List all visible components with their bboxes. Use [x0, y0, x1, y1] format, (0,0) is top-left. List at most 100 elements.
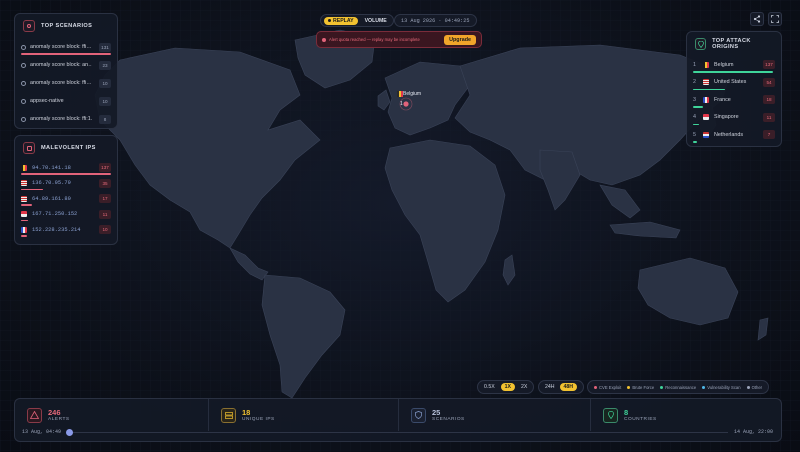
scenarios-count: 25 — [432, 408, 441, 417]
volume-toggle[interactable]: VOLUME — [362, 18, 390, 24]
fullscreen-button[interactable] — [768, 12, 782, 26]
shield-icon — [411, 407, 426, 423]
origin-rank: 4 — [693, 114, 696, 121]
speed-option-0-5x[interactable]: 0.5X — [484, 384, 495, 390]
ip-bar — [21, 188, 43, 190]
legend-reconnaissance: Reconnaissance — [660, 385, 696, 390]
origin-count: 137 — [763, 60, 775, 70]
scenario-item[interactable]: anomaly score block: ffi… 10 — [15, 74, 117, 92]
range-selector[interactable]: 24H 48H — [538, 380, 585, 394]
ip-address: 152.228.235.214 — [32, 226, 81, 233]
scenario-count: 10 — [99, 96, 111, 106]
malevolent-ips-panel: MALEVOLENT IPS 94.70.141.18 137 136.70.95.… — [14, 135, 118, 245]
origin-bar — [693, 141, 697, 143]
alert-icon — [322, 37, 326, 42]
ip-item[interactable]: 94.70.141.18 137 — [15, 160, 117, 176]
ip-item[interactable]: 167.71.250.152 11 — [15, 207, 117, 223]
ip-bar — [21, 219, 28, 221]
share-icon — [753, 15, 761, 23]
flag-icon-singapore — [703, 114, 709, 121]
scenario-icon — [21, 62, 26, 68]
ips-icon — [23, 142, 35, 154]
timeline-scrubber[interactable] — [66, 429, 73, 436]
ip-count: 17 — [99, 194, 111, 204]
origin-item[interactable]: 2 United States 54 — [687, 74, 781, 92]
origin-country: Netherlands — [714, 131, 744, 138]
ip-count: 35 — [99, 178, 111, 188]
ip-list: 94.70.141.18 137 136.70.95.79 35 64.89.161.8… — [15, 160, 117, 238]
ip-bar — [21, 173, 111, 175]
scenario-item[interactable]: anomaly score block: ffi:1… 8 — [15, 110, 117, 128]
scenario-label: anomaly score block: ffi… — [30, 80, 92, 86]
replay-label: REPLAY — [333, 17, 354, 24]
scenario-count: 10 — [99, 78, 111, 88]
ip-item[interactable]: 64.89.161.80 17 — [15, 191, 117, 207]
alerts-label: ALERTS — [48, 417, 70, 422]
ip-item[interactable]: 152.228.235.214 10 — [15, 222, 117, 238]
origin-rank: 5 — [693, 131, 696, 138]
timeline-track[interactable] — [68, 432, 728, 433]
unique-ips-label: UNIQUE IPS — [242, 417, 275, 422]
flag-icon-belgium — [21, 164, 27, 171]
scenario-label: anomaly score block: an… — [30, 62, 92, 68]
origin-rank: 2 — [693, 79, 696, 86]
ip-count: 11 — [99, 209, 111, 219]
stat-scenarios: 25 SCENARIOS — [399, 399, 591, 431]
legend-vulnerability-scan: Vulnerability Scan — [702, 385, 741, 390]
datetime-display: 13 Aug 2026 · 04:49:25 — [394, 14, 477, 27]
timeline-end: 14 Aug, 22:00 — [734, 429, 774, 435]
scenario-item[interactable]: anomaly score block: ffi… 131 — [15, 38, 117, 56]
origin-list: 1 Belgium 137 2 United States 54 3 France 18 4 Sin… — [687, 56, 781, 144]
scenario-label: anomaly score block: ffi:1… — [30, 116, 92, 122]
origin-item[interactable]: 5 Netherlands 7 — [687, 126, 781, 144]
top-scenarios-panel: TOP SCENARIOS anomaly score block: ffi… 1… — [14, 13, 118, 129]
origin-bar — [693, 106, 703, 108]
datetime-text: 13 Aug 2026 · 04:49:25 — [401, 17, 470, 24]
origin-bar — [693, 123, 699, 125]
scenario-item[interactable]: anomaly score block: an… 23 — [15, 56, 117, 74]
origin-item[interactable]: 3 France 18 — [687, 91, 781, 109]
origin-rank: 3 — [693, 96, 696, 103]
ip-count: 137 — [99, 163, 111, 173]
alert-quota-banner: Alert quota reached — replay may be inco… — [316, 31, 482, 48]
flag-icon-us — [21, 195, 27, 202]
origin-item[interactable]: 1 Belgium 137 — [687, 56, 781, 74]
scenario-label: appsec-native — [30, 98, 64, 104]
threat-map-app: Belgium 1 REPLAY VOLUME 13 Aug 2026 · 04… — [0, 0, 800, 452]
countries-label: COUNTRIES — [624, 417, 657, 422]
share-button[interactable] — [750, 12, 764, 26]
top-attack-origins-panel: TOP ATTACK ORIGINS 1 Belgium 137 2 United St… — [686, 31, 782, 147]
speed-option-2x[interactable]: 2X — [521, 384, 527, 390]
scenario-count: 23 — [99, 60, 111, 70]
stat-unique-ips: 18 UNIQUE IPS — [209, 399, 399, 431]
speed-option-1x[interactable]: 1X — [500, 383, 516, 391]
alert-text: Alert quota reached — replay may be inco… — [329, 37, 420, 42]
ip-address: 136.70.95.79 — [32, 180, 71, 187]
speed-selector[interactable]: 0.5X 1X 2X — [477, 380, 535, 394]
origin-count: 54 — [763, 77, 775, 87]
range-option-24h[interactable]: 24H — [545, 384, 555, 390]
ip-item[interactable]: 136.70.95.79 35 — [15, 176, 117, 192]
flag-icon-france — [21, 226, 27, 233]
replay-volume-toggle[interactable]: REPLAY VOLUME — [320, 14, 394, 27]
origin-country: France — [714, 96, 731, 103]
origin-count: 18 — [763, 95, 775, 105]
origin-item[interactable]: 4 Singapore 11 — [687, 109, 781, 127]
ip-address: 167.71.250.152 — [32, 211, 78, 218]
ip-address: 94.70.141.18 — [32, 164, 71, 171]
replay-toggle[interactable]: REPLAY — [324, 16, 358, 25]
flag-icon-netherlands — [703, 131, 709, 138]
scenarios-label: SCENARIOS — [432, 417, 465, 422]
upgrade-button[interactable]: Upgrade — [444, 34, 476, 45]
scenarios-icon — [23, 20, 35, 32]
range-option-48h[interactable]: 48H — [559, 383, 578, 391]
scenario-item[interactable]: appsec-native 10 — [15, 92, 117, 110]
unique-ips-count: 18 — [242, 408, 251, 417]
map-marker-label: Belgium — [403, 91, 422, 97]
scenario-bar — [21, 53, 111, 55]
legend-other: Other — [746, 385, 762, 390]
scenario-icon — [21, 98, 26, 104]
record-dot-icon — [328, 19, 331, 22]
origin-count: 11 — [763, 112, 775, 122]
countries-count: 8 — [624, 408, 629, 417]
